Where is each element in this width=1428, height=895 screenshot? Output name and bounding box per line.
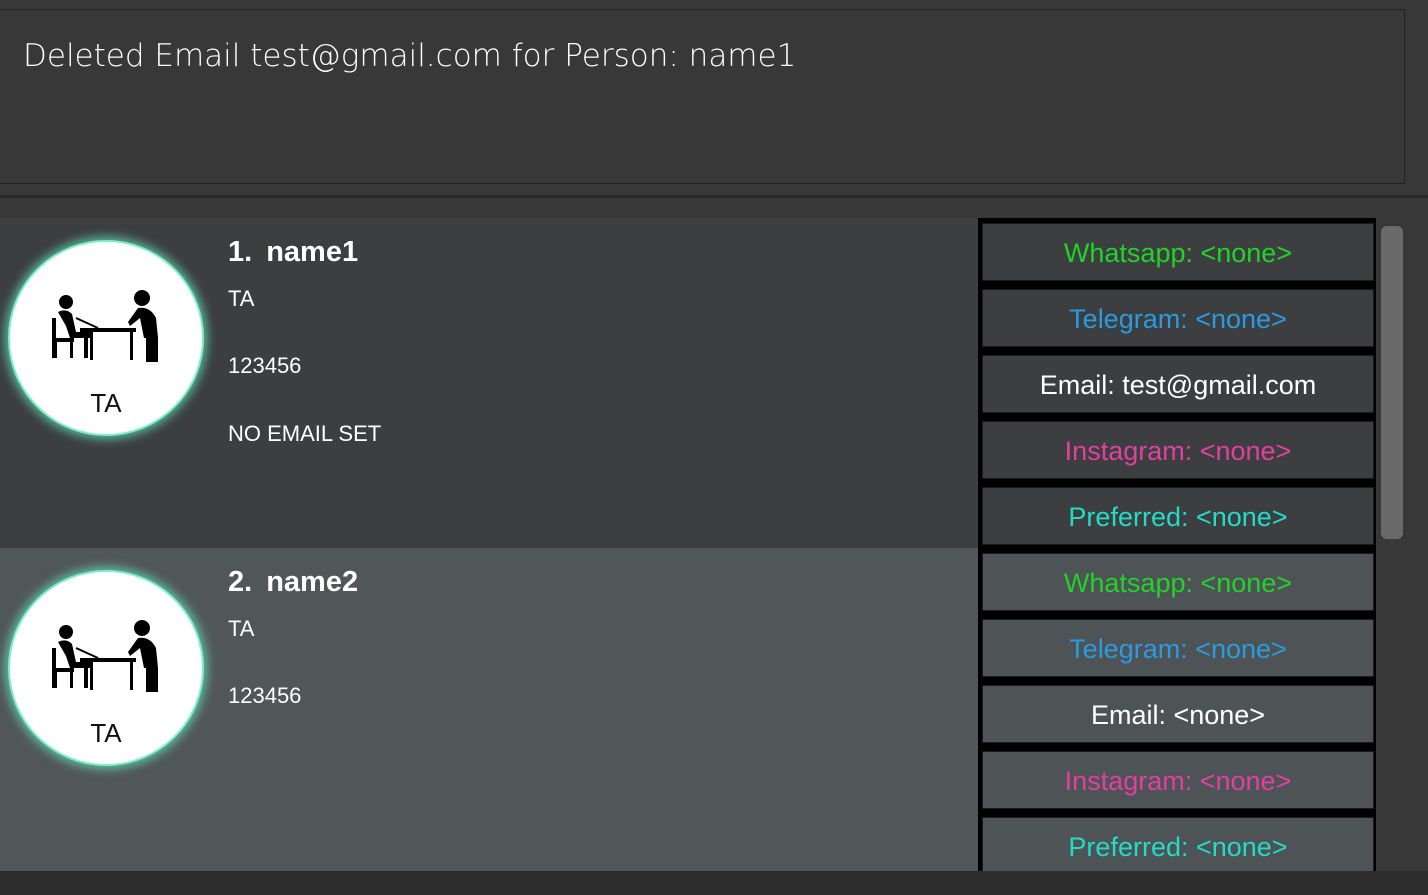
telegram-contact[interactable]: Telegram: <none> bbox=[982, 619, 1374, 677]
person-list[interactable]: TA 1. name1 TA 123456 NO EMAIL SET Whatsa… bbox=[0, 218, 1428, 871]
avatar-label: TA bbox=[90, 718, 122, 748]
person-name-text: name2 bbox=[266, 566, 359, 598]
person-name: 2. name2 bbox=[228, 566, 358, 599]
ta-teaching-icon bbox=[52, 620, 158, 692]
whatsapp-contact[interactable]: Whatsapp: <none> bbox=[982, 553, 1374, 611]
person-card[interactable]: TA 2. name2 TA 123456 bbox=[0, 548, 978, 871]
result-display[interactable]: Deleted Email test@gmail.com for Person:… bbox=[0, 9, 1405, 184]
contact-panel: Whatsapp: <none> Telegram: <none> Email:… bbox=[978, 218, 1376, 548]
avatar-label: TA bbox=[90, 388, 122, 418]
divider bbox=[0, 195, 1428, 198]
person-index: 1. bbox=[228, 236, 253, 268]
person-name-text: name1 bbox=[266, 236, 359, 268]
avatar: TA bbox=[8, 570, 204, 766]
person-card[interactable]: TA 1. name1 TA 123456 NO EMAIL SET bbox=[0, 218, 978, 548]
instagram-contact[interactable]: Instagram: <none> bbox=[982, 751, 1374, 809]
preferred-contact[interactable]: Preferred: <none> bbox=[982, 487, 1374, 545]
avatar: TA bbox=[8, 240, 204, 436]
person-role: TA bbox=[228, 616, 255, 641]
instagram-contact[interactable]: Instagram: <none> bbox=[982, 421, 1374, 479]
person-email-status: NO EMAIL SET bbox=[228, 421, 382, 446]
person-phone: 123456 bbox=[228, 353, 302, 378]
ta-teaching-icon bbox=[52, 290, 158, 362]
person-name: 1. name1 bbox=[228, 236, 358, 269]
person-role: TA bbox=[228, 286, 255, 311]
scrollbar-thumb[interactable] bbox=[1381, 226, 1403, 539]
person-phone: 123456 bbox=[228, 683, 302, 708]
email-contact[interactable]: Email: <none> bbox=[982, 685, 1374, 743]
status-bar bbox=[0, 871, 1428, 895]
contact-panel: Whatsapp: <none> Telegram: <none> Email:… bbox=[978, 548, 1376, 871]
telegram-contact[interactable]: Telegram: <none> bbox=[982, 289, 1374, 347]
result-message: Deleted Email test@gmail.com for Person:… bbox=[23, 38, 797, 74]
preferred-contact[interactable]: Preferred: <none> bbox=[982, 817, 1374, 871]
email-contact[interactable]: Email: test@gmail.com bbox=[982, 355, 1374, 413]
person-index: 2. bbox=[228, 566, 253, 598]
whatsapp-contact[interactable]: Whatsapp: <none> bbox=[982, 223, 1374, 281]
